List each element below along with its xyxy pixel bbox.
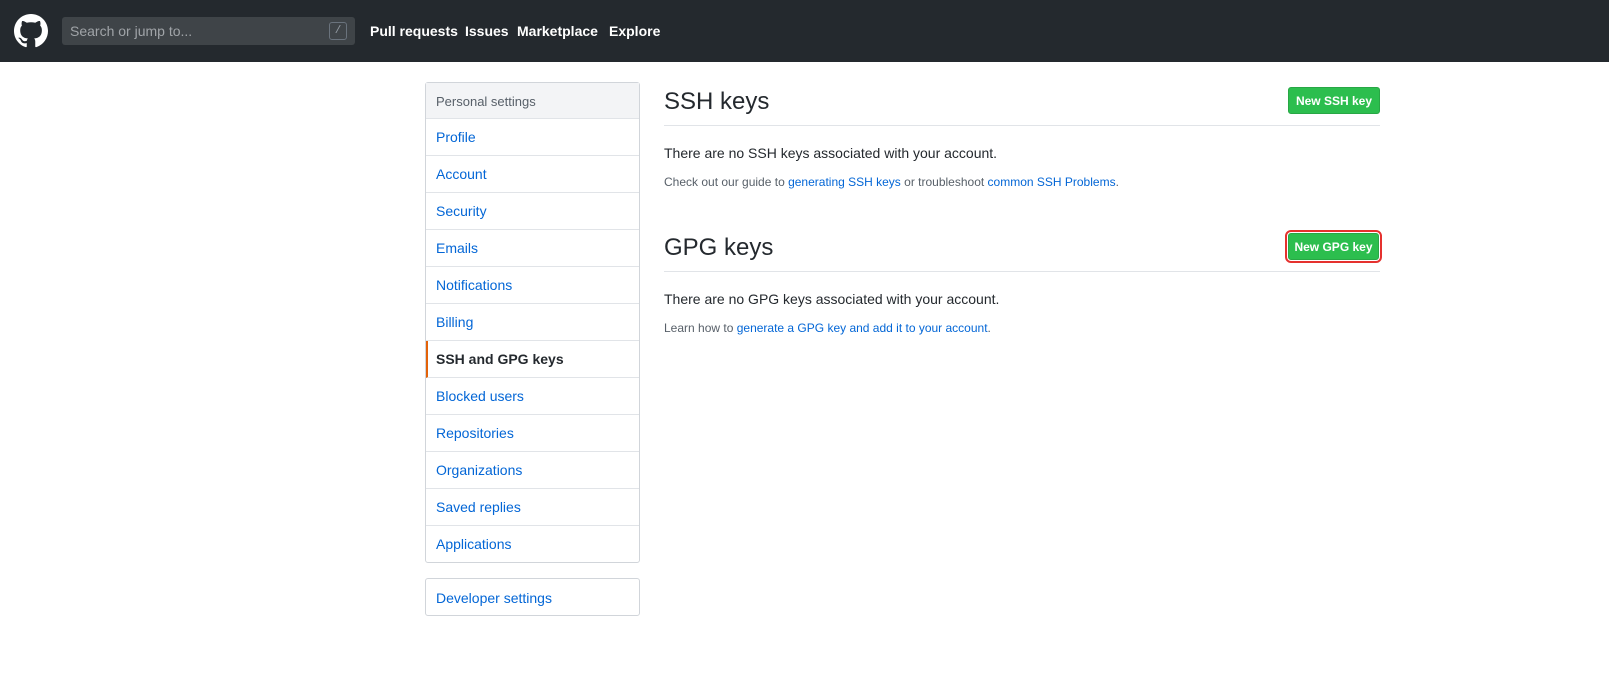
ssh-note-middle: or troubleshoot: [900, 175, 988, 189]
top-header: / Pull requests Issues Marketplace Explo…: [0, 0, 1609, 62]
sidebar-item-applications[interactable]: Applications: [426, 526, 639, 563]
sidebar-item-blocked-users[interactable]: Blocked users: [426, 378, 639, 415]
nav-marketplace[interactable]: Marketplace: [517, 23, 598, 39]
ssh-blank-message: There are no SSH keys associated with yo…: [664, 145, 998, 161]
sidebar-item-security[interactable]: Security: [426, 193, 639, 230]
ssh-keys-title: SSH keys: [664, 88, 770, 115]
nav-pull-requests[interactable]: Pull requests: [370, 23, 458, 39]
generate-gpg-key-link[interactable]: generate a GPG key and add it to your ac…: [737, 321, 988, 335]
github-octocat-icon[interactable]: [14, 14, 48, 48]
new-gpg-key-button[interactable]: New GPG key: [1285, 230, 1382, 263]
gpg-divider: [664, 271, 1380, 272]
sidebar-item-billing[interactable]: Billing: [426, 304, 639, 341]
developer-settings-link[interactable]: Developer settings: [426, 579, 639, 617]
gpg-note-prefix: Learn how to: [664, 321, 737, 335]
ssh-note-prefix: Check out our guide to: [664, 175, 789, 189]
sidebar-item-account[interactable]: Account: [426, 156, 639, 193]
gpg-note-suffix: .: [987, 321, 991, 335]
sidebar-item-saved-replies[interactable]: Saved replies: [426, 489, 639, 526]
sidebar-item-profile[interactable]: Profile: [426, 119, 639, 156]
gpg-blank-message: There are no GPG keys associated with yo…: [664, 291, 1000, 307]
developer-settings-menu: Developer settings: [425, 578, 640, 616]
sidebar-item-repositories[interactable]: Repositories: [426, 415, 639, 452]
search-box[interactable]: /: [62, 17, 355, 45]
search-input[interactable]: [62, 17, 322, 45]
settings-sidebar: Personal settings Profile Account Securi…: [425, 82, 640, 563]
gpg-help-note: Learn how to generate a GPG key and add …: [664, 321, 991, 335]
sidebar-item-notifications[interactable]: Notifications: [426, 267, 639, 304]
nav-issues[interactable]: Issues: [465, 23, 509, 39]
sidebar-item-organizations[interactable]: Organizations: [426, 452, 639, 489]
ssh-help-note: Check out our guide to generating SSH ke…: [664, 175, 1119, 189]
sidebar-item-emails[interactable]: Emails: [426, 230, 639, 267]
gpg-keys-title: GPG keys: [664, 234, 774, 261]
slash-shortcut-badge: /: [329, 22, 347, 40]
ssh-note-suffix: .: [1115, 175, 1119, 189]
ssh-divider: [664, 125, 1380, 126]
generating-ssh-keys-link[interactable]: generating SSH keys: [788, 175, 901, 189]
sidebar-heading: Personal settings: [426, 83, 639, 119]
sidebar-item-ssh-gpg-keys[interactable]: SSH and GPG keys: [426, 341, 639, 378]
common-ssh-problems-link[interactable]: common SSH Problems: [988, 175, 1116, 189]
new-ssh-key-button[interactable]: New SSH key: [1288, 87, 1380, 114]
nav-explore[interactable]: Explore: [609, 23, 660, 39]
